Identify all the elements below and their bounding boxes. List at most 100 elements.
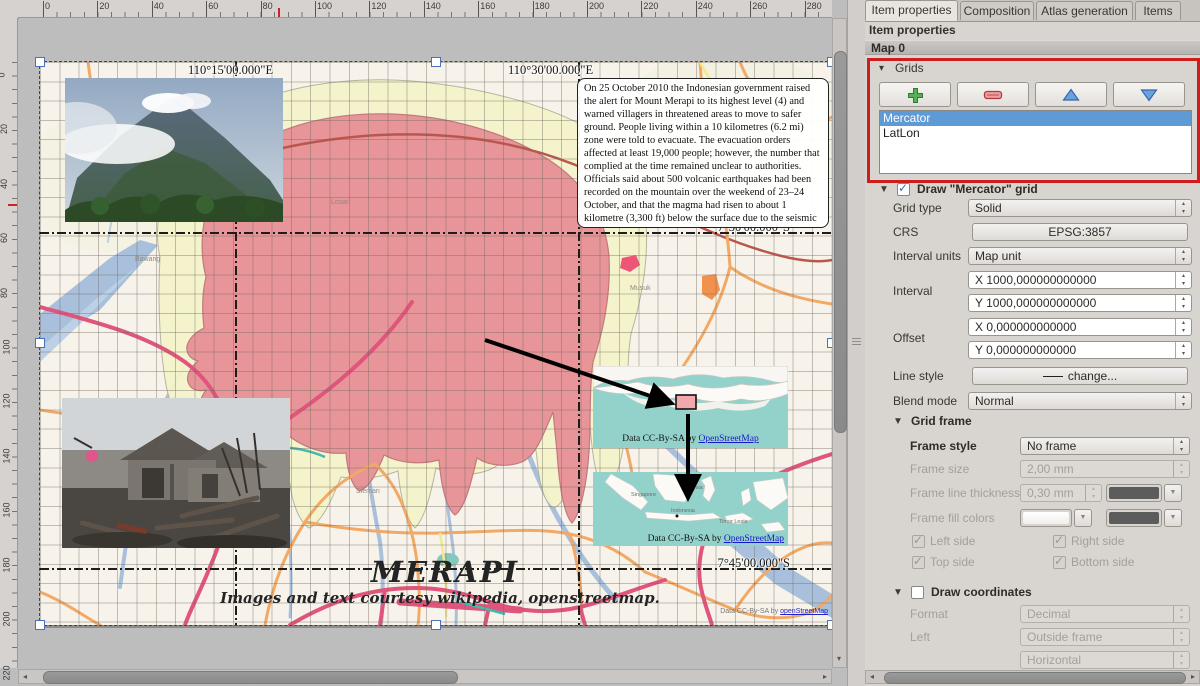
line-preview-icon	[1043, 376, 1063, 377]
ruler-label: 200	[589, 1, 604, 11]
interval-x-spinbox[interactable]: X 1000,000000000000▴▾	[968, 271, 1192, 289]
crs-label: CRS	[893, 225, 918, 239]
grids-list-item[interactable]: LatLon	[880, 126, 1191, 141]
line-style-change-button[interactable]: change...	[972, 367, 1188, 385]
canvas-vscrollbar-thumb[interactable]	[834, 51, 847, 433]
offset-label: Offset	[893, 331, 925, 345]
scroll-left-icon[interactable]: ◂	[23, 671, 27, 683]
tab-item-properties[interactable]: Item properties	[865, 0, 958, 21]
draw-coordinates-checkbox[interactable]	[911, 586, 924, 599]
bottom-side-label: Bottom side	[1071, 555, 1134, 569]
tab-items[interactable]: Items	[1135, 1, 1181, 20]
spinner-icon: ▴▾	[1175, 200, 1191, 216]
canvas-hscrollbar-thumb[interactable]	[43, 671, 458, 684]
selection-handle-nw[interactable]	[35, 57, 45, 67]
grid-type-combo[interactable]: Solid▴▾	[968, 199, 1192, 217]
selection-handle-s[interactable]	[431, 620, 441, 630]
coords-left-combo: Outside frame▴▾	[1020, 628, 1190, 646]
inset-map-java: Data CC-By-SA by OpenStreetMap	[593, 366, 788, 448]
ruler-label: 160	[2, 503, 12, 518]
draw-grid-checkbox[interactable]	[897, 183, 910, 196]
scroll-right-icon[interactable]: ▸	[1191, 671, 1195, 683]
ruler-label: 140	[426, 1, 441, 11]
inset-country-label: Indonesia	[671, 508, 695, 514]
add-grid-button[interactable]	[879, 82, 951, 107]
ruler-label: 260	[752, 1, 767, 11]
ruler-horizontal: 0204060801001201401601802002202402602803…	[18, 0, 832, 18]
panel-splitter[interactable]	[847, 0, 867, 686]
credit-text: Data CC-By-SA by	[622, 434, 698, 444]
grids-list[interactable]: MercatorLatLon	[879, 110, 1192, 174]
collapse-arrow-icon[interactable]: ▼	[879, 184, 889, 195]
ruler-label: 80	[0, 288, 9, 298]
right-side-checkbox	[1053, 535, 1066, 548]
spinner-icon: ▴▾	[1085, 485, 1101, 501]
frame-fill-colors-label: Frame fill colors	[910, 511, 995, 525]
grids-list-item[interactable]: Mercator	[880, 111, 1191, 126]
ruler-label: 160	[480, 1, 495, 11]
inset-highlight-rect	[676, 395, 696, 409]
ruler-label: 80	[263, 1, 273, 11]
format-combo: Decimal▴▾	[1020, 605, 1190, 623]
openstreetmap-link[interactable]: OpenStreetMap	[724, 534, 784, 544]
move-grid-down-button[interactable]	[1113, 82, 1185, 107]
panel-hscrollbar-thumb[interactable]	[884, 672, 1186, 684]
blend-mode-combo[interactable]: Normal▴▾	[968, 392, 1192, 410]
minus-icon	[983, 88, 1003, 102]
selection-handle-sw[interactable]	[35, 620, 45, 630]
draw-coordinates-label: Draw coordinates	[931, 585, 1032, 599]
scroll-down-icon[interactable]: ▾	[837, 653, 841, 665]
ruler-label: 120	[371, 1, 386, 11]
coords-orientation-combo: Horizontal▴▾	[1020, 651, 1190, 669]
collapse-arrow-icon[interactable]: ▼	[893, 416, 903, 427]
spinner-icon: ▴▾	[1175, 272, 1191, 288]
inset-country-label: Malaysia	[681, 485, 703, 491]
right-side-label: Right side	[1071, 534, 1124, 548]
canvas-vscrollbar[interactable]: ▾	[832, 18, 847, 668]
ruler-label: 40	[154, 1, 164, 11]
canvas-hscrollbar[interactable]: ◂ ▸	[18, 669, 832, 684]
blend-mode-label: Blend mode	[893, 394, 957, 408]
scroll-right-icon[interactable]: ▸	[823, 671, 827, 683]
panel-hscrollbar[interactable]: ◂ ▸	[865, 670, 1200, 684]
offset-y-spinbox[interactable]: Y 0,000000000000▴▾	[968, 341, 1192, 359]
tab-atlas-generation[interactable]: Atlas generation	[1036, 1, 1133, 20]
selection-handle-w[interactable]	[35, 338, 45, 348]
frame-line-color-dropdown: ▼	[1164, 484, 1182, 502]
crs-button[interactable]: EPSG:3857	[972, 223, 1188, 241]
inset-country-label: Singapore	[631, 492, 656, 498]
destroyed-house-photo	[62, 398, 290, 548]
spinner-icon: ▴▾	[1175, 319, 1191, 335]
inset-country-label: Timor Leste	[719, 519, 748, 525]
ruler-label: 180	[2, 557, 12, 572]
move-grid-up-button[interactable]	[1035, 82, 1107, 107]
selection-handle-n[interactable]	[431, 57, 441, 67]
frame-line-color-swatch	[1106, 484, 1162, 502]
item-properties-panel: Item properties Composition Atlas genera…	[865, 0, 1200, 686]
coords-left-label: Left	[910, 630, 930, 644]
ruler-cursor-marker-v	[8, 204, 17, 206]
composition-page-map-item[interactable]: 110°15'00.000"E 110°30'00.000"E 7°30'00.…	[40, 62, 832, 625]
interval-units-combo[interactable]: Map unit▴▾	[968, 247, 1192, 265]
openstreetmap-link-small[interactable]: openStreetMap	[780, 608, 828, 615]
top-side-checkbox	[912, 556, 925, 569]
settlement-orange	[702, 274, 720, 300]
tab-composition[interactable]: Composition	[960, 1, 1034, 20]
qgis-composer-window: 0204060801001201401601802002202402602803…	[0, 0, 1200, 686]
scroll-left-icon[interactable]: ◂	[870, 671, 874, 683]
spinner-icon: ▴▾	[1175, 295, 1191, 311]
openstreetmap-link[interactable]: OpenStreetMap	[699, 434, 759, 444]
map-subtitle: Images and text courtesy wikipedia, open…	[220, 589, 660, 607]
ruler-label: 100	[317, 1, 332, 11]
remove-grid-button[interactable]	[957, 82, 1029, 107]
collapse-arrow-icon[interactable]: ▼	[893, 587, 903, 598]
ruler-label: 0	[0, 72, 7, 77]
grid-frame-header: Grid frame	[911, 414, 972, 428]
spinner-icon: ▴▾	[1173, 652, 1189, 668]
frame-style-combo[interactable]: No frame▴▾	[1020, 437, 1190, 455]
interval-y-spinbox[interactable]: Y 1000,000000000000▴▾	[968, 294, 1192, 312]
place-label: Musuk	[630, 285, 651, 292]
collapse-arrow-icon[interactable]: ▾	[879, 63, 884, 74]
offset-x-spinbox[interactable]: X 0,000000000000▴▾	[968, 318, 1192, 336]
map-credit: Data CC-By-SA by openStreetMap	[720, 608, 828, 615]
